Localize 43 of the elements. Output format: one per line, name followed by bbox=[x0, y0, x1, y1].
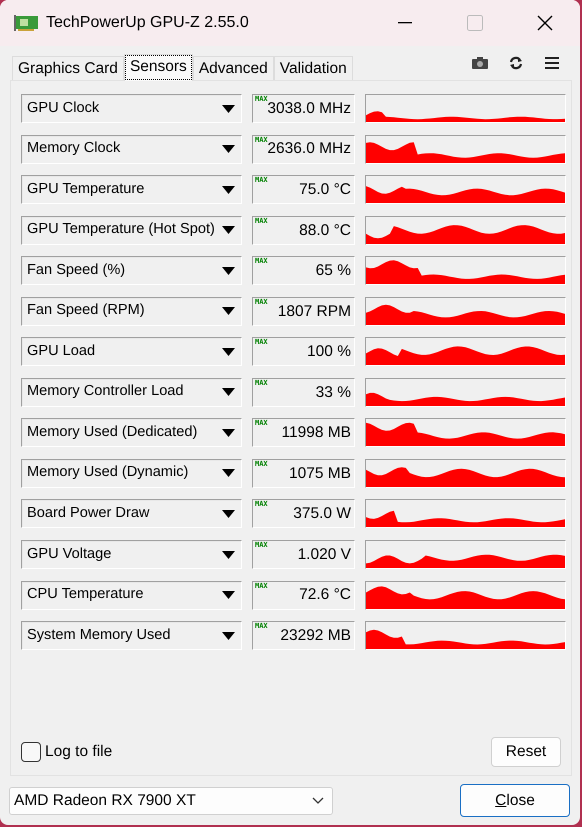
sensor-select[interactable]: Board Power Draw bbox=[21, 499, 242, 528]
log-checkbox[interactable] bbox=[21, 742, 41, 762]
dropdown-arrow-icon bbox=[222, 226, 235, 234]
sensor-select[interactable]: GPU Voltage bbox=[21, 540, 242, 570]
dropdown-arrow-icon bbox=[222, 632, 235, 640]
dropdown-arrow-icon bbox=[222, 104, 235, 112]
sensor-select[interactable]: GPU Temperature (Hot Spot) bbox=[21, 216, 242, 245]
maximize-icon bbox=[467, 15, 483, 31]
sensor-select[interactable]: GPU Clock bbox=[21, 94, 242, 123]
sensor-select[interactable]: Fan Speed (%) bbox=[21, 256, 242, 286]
close-button[interactable]: Close bbox=[460, 784, 570, 817]
tab[interactable]: Advanced bbox=[192, 56, 274, 80]
sensor-select[interactable]: GPU Temperature bbox=[21, 175, 242, 204]
dropdown-arrow-icon bbox=[222, 510, 235, 518]
dropdown-arrow-icon bbox=[222, 591, 235, 600]
dropdown-arrow-icon bbox=[222, 428, 235, 437]
window-title: TechPowerUp GPU-Z 2.55.0 bbox=[46, 13, 249, 33]
dropdown-arrow-icon bbox=[222, 266, 235, 275]
graphics-card-icon bbox=[14, 14, 38, 32]
device-select[interactable]: AMD Radeon RX 7900 XT bbox=[9, 786, 333, 814]
sensor-select[interactable]: Memory Used (Dynamic) bbox=[21, 458, 242, 488]
dropdown-arrow-icon bbox=[222, 388, 235, 396]
tab[interactable]: Sensors bbox=[124, 54, 193, 81]
close-icon bbox=[537, 15, 553, 31]
sensor-select[interactable]: Memory Clock bbox=[21, 134, 242, 164]
tab[interactable]: Validation bbox=[274, 56, 353, 80]
sensor-select[interactable]: Memory Used (Dedicated) bbox=[21, 418, 242, 448]
sensor-select[interactable]: Memory Controller Load bbox=[21, 378, 242, 407]
dropdown-arrow-icon bbox=[222, 348, 235, 356]
chevron-down-icon bbox=[312, 796, 324, 804]
dropdown-arrow-icon bbox=[222, 186, 235, 194]
dropdown-arrow-icon bbox=[222, 145, 235, 154]
sensor-select[interactable]: GPU Load bbox=[21, 337, 242, 366]
log-to-file-label[interactable]: Log to file bbox=[45, 740, 112, 764]
reset-button[interactable]: Reset bbox=[491, 737, 561, 767]
sensor-select[interactable]: System Memory Used bbox=[21, 621, 242, 650]
dropdown-arrow-icon bbox=[222, 469, 235, 478]
sensor-select[interactable]: CPU Temperature bbox=[21, 580, 242, 610]
minimize-icon bbox=[398, 22, 412, 24]
sensor-select[interactable]: Fan Speed (RPM) bbox=[21, 296, 242, 326]
dropdown-arrow-icon bbox=[222, 307, 235, 316]
dropdown-arrow-icon bbox=[222, 550, 235, 559]
tab[interactable]: Graphics Card bbox=[12, 56, 124, 80]
